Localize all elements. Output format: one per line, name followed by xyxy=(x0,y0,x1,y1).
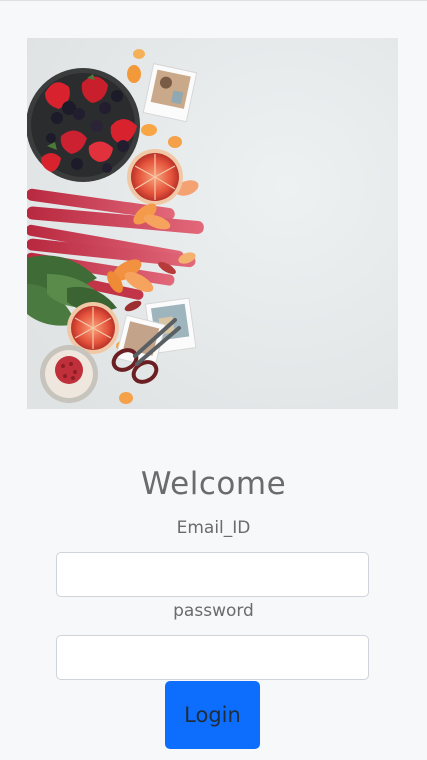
hero-image xyxy=(27,38,398,409)
email-label: Email_ID xyxy=(176,518,251,538)
welcome-heading: Welcome xyxy=(140,466,287,502)
hero-photo-illustration xyxy=(27,38,398,409)
top-divider xyxy=(0,0,427,1)
email-input[interactable] xyxy=(56,552,369,597)
login-button[interactable]: Login xyxy=(165,681,260,749)
password-input[interactable] xyxy=(56,635,369,680)
password-label: password xyxy=(173,601,254,621)
